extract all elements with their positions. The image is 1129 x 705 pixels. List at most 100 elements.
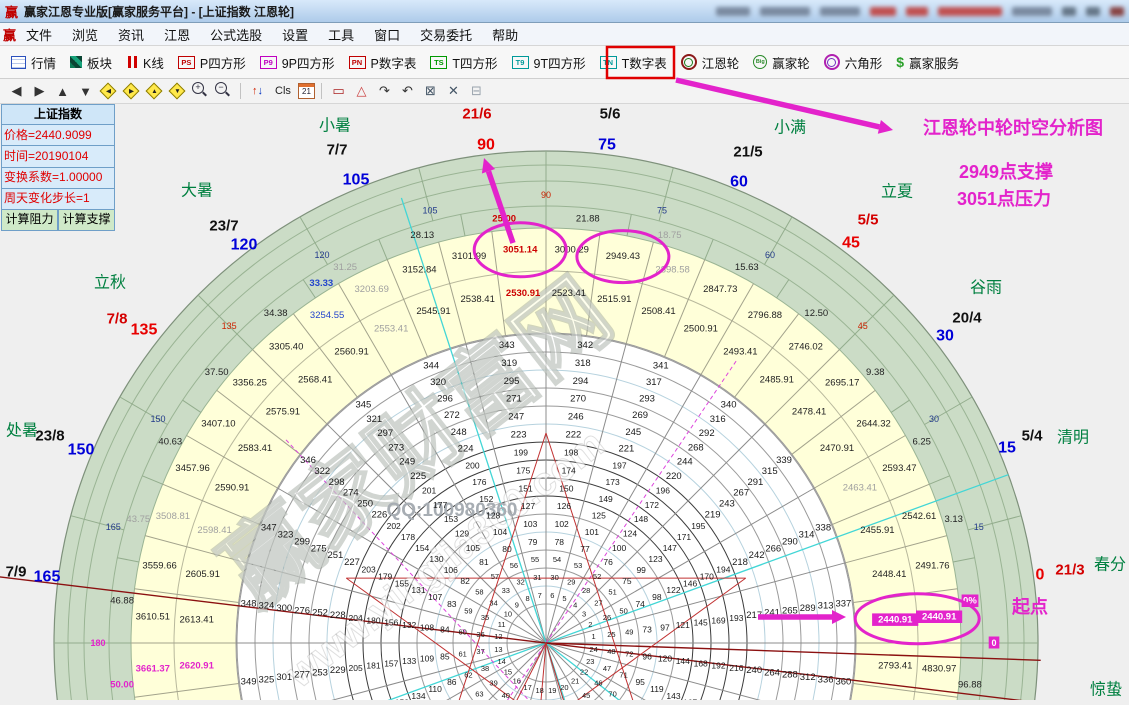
pan-up-icon[interactable]: ▲ [52, 81, 73, 101]
svg-text:204: 204 [349, 613, 363, 623]
rect-tool-icon[interactable]: ▭ [328, 81, 349, 101]
svg-text:121: 121 [676, 620, 690, 630]
rotate-cw-icon[interactable]: ↷ [374, 81, 395, 101]
toolbar-item-winner-service[interactable]: $赢家服务 [889, 50, 966, 75]
svg-text:124: 124 [623, 529, 637, 539]
svg-text:7/7: 7/7 [327, 142, 348, 159]
step-forward-icon[interactable]: ▶ [29, 81, 50, 101]
triangle-tool-icon[interactable]: △ [351, 81, 372, 101]
diamond-up-icon[interactable]: ▲ [144, 81, 165, 101]
menu-item-7[interactable]: 窗口 [364, 23, 410, 46]
svg-text:165: 165 [34, 569, 61, 586]
menu-item-1[interactable]: 浏览 [62, 23, 108, 46]
svg-text:336: 336 [818, 674, 834, 685]
shrink-icon[interactable]: ✕ [443, 81, 464, 101]
diamond-right-icon[interactable]: ▶ [121, 81, 142, 101]
pan-down-icon[interactable]: ▼ [75, 81, 96, 101]
menu-item-0[interactable]: 文件 [16, 23, 62, 46]
svg-text:23/7: 23/7 [209, 218, 238, 235]
svg-text:5/4: 5/4 [1022, 428, 1044, 445]
diamond-left-icon[interactable]: ◀ [98, 81, 119, 101]
svg-text:18: 18 [536, 686, 544, 695]
cls-button[interactable]: Cls [270, 81, 296, 101]
svg-text:103: 103 [523, 519, 537, 529]
menu-item-2[interactable]: 资讯 [108, 23, 154, 46]
svg-text:61: 61 [459, 650, 467, 659]
screen-icon[interactable]: ⊟ [466, 81, 487, 101]
svg-text:96.88: 96.88 [958, 679, 982, 690]
svg-text:2440.91: 2440.91 [878, 615, 913, 626]
calc-support-button[interactable]: 计算支撑 [58, 210, 115, 231]
menu-item-8[interactable]: 交易委托 [410, 23, 482, 46]
winner-wheel-icon: Big [753, 55, 767, 69]
svg-text:349: 349 [241, 677, 257, 688]
svg-text:134: 134 [411, 691, 425, 700]
toolbar-item-9p-square[interactable]: P99P四方形 [253, 50, 342, 75]
blurred-item [938, 7, 1002, 16]
svg-text:2644.32: 2644.32 [856, 419, 890, 430]
minimize-button[interactable] [1062, 7, 1076, 16]
svg-text:77: 77 [580, 544, 590, 554]
svg-text:25.00: 25.00 [492, 214, 516, 225]
toolbar-item-winner-wheel[interactable]: Big赢家轮 [746, 50, 817, 75]
svg-text:347: 347 [261, 523, 277, 534]
svg-text:165: 165 [106, 522, 121, 532]
toolbar-item-t-square[interactable]: TST四方形 [423, 50, 504, 75]
toolbar-item-t-table[interactable]: TNT数字表 [593, 50, 674, 75]
close-button[interactable] [1110, 7, 1124, 16]
toolbar-separator [321, 83, 322, 99]
toolbar-item-p-table[interactable]: PNP数字表 [342, 50, 424, 75]
info-row-0: 价格=2440.9099 [1, 125, 115, 146]
svg-text:20: 20 [560, 683, 568, 692]
gann-wheel-chart[interactable]: 赢家财富网www.yingjia360.comQQ:10098036012345… [0, 104, 1129, 700]
maximize-button[interactable] [1086, 7, 1100, 16]
svg-text:30: 30 [929, 414, 939, 424]
svg-text:13: 13 [494, 645, 502, 654]
svg-text:8: 8 [526, 594, 530, 603]
menu-item-9[interactable]: 帮助 [482, 23, 528, 46]
svg-text:43.75: 43.75 [126, 514, 150, 525]
toolbar-item-kline[interactable]: K线 [119, 50, 171, 75]
svg-text:31.25: 31.25 [333, 262, 357, 273]
toolbar-label: 板块 [87, 53, 112, 72]
toolbar-item-p-square[interactable]: PSP四方形 [171, 50, 253, 75]
svg-text:341: 341 [653, 360, 669, 371]
toolbar-item-quotes[interactable]: 行情 [4, 50, 63, 75]
svg-text:49: 49 [625, 628, 633, 637]
menu-item-5[interactable]: 设置 [272, 23, 318, 46]
toolbar-label: 9P四方形 [282, 53, 335, 72]
zoom-out-icon[interactable]: − [213, 81, 234, 101]
svg-text:79: 79 [528, 537, 538, 547]
svg-text:292: 292 [699, 428, 715, 439]
svg-text:221: 221 [618, 444, 634, 455]
zoom-in-icon[interactable]: + [190, 81, 211, 101]
diamond-down-icon[interactable]: ▼ [167, 81, 188, 101]
menu-item-3[interactable]: 江恩 [154, 23, 200, 46]
svg-text:2530.91: 2530.91 [506, 288, 541, 299]
toolbar-item-sectors[interactable]: 板块 [63, 50, 119, 75]
step-back-icon[interactable]: ◀ [6, 81, 27, 101]
rotate-ccw-icon[interactable]: ↶ [397, 81, 418, 101]
calendar-icon[interactable]: 21 [298, 83, 315, 99]
calc-resistance-button[interactable]: 计算阻力 [1, 210, 58, 231]
toolbar-item-gann-wheel[interactable]: 江恩轮 [674, 50, 747, 75]
svg-text:253: 253 [312, 667, 328, 678]
toolbar-item-9t-square[interactable]: T99T四方形 [505, 50, 593, 75]
svg-text:128: 128 [486, 511, 500, 521]
menu-item-6[interactable]: 工具 [318, 23, 364, 46]
toolbar-item-hexagon[interactable]: 六角形 [817, 50, 890, 75]
svg-text:247: 247 [508, 412, 524, 423]
svg-text:5: 5 [562, 594, 566, 603]
svg-text:86: 86 [447, 677, 457, 687]
svg-text:3152.84: 3152.84 [402, 264, 436, 275]
blurred-item [820, 7, 860, 16]
menu-item-4[interactable]: 公式选股 [200, 23, 272, 46]
updown-arrows-icon[interactable]: ↑↓ [247, 81, 268, 101]
expand-icon[interactable]: ⊠ [420, 81, 441, 101]
svg-text:107: 107 [428, 592, 442, 602]
svg-text:85: 85 [440, 651, 450, 661]
toolbar-label: 江恩轮 [702, 53, 740, 72]
svg-text:20/4: 20/4 [952, 310, 982, 327]
svg-text:301: 301 [276, 672, 292, 683]
svg-text:171: 171 [677, 532, 691, 542]
